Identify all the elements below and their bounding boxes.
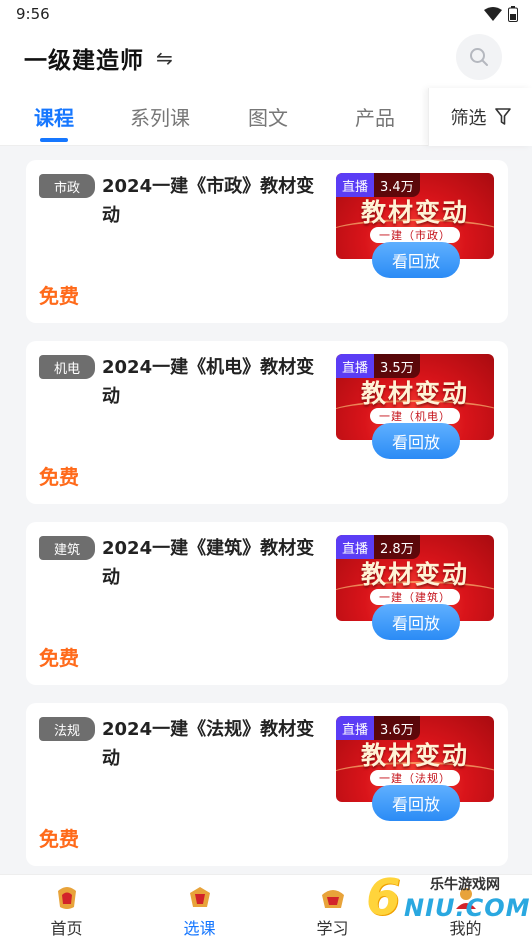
course-card[interactable]: 机电 2024一建《机电》教材变动 免费 教材变动 一建（机电） 直播 3.5万… (26, 341, 508, 504)
app-header: 一级建造师 ⇋ (0, 28, 532, 88)
course-title: 2024一建《机电》教材变动 (102, 357, 315, 407)
app-screen: 9:56 一级建造师 ⇋ 课程 系列课 图文 产品 筛选 市政 2024一建《市… (0, 0, 532, 944)
thumbnail-subtitle: 一建（机电） (370, 408, 460, 424)
watermark-brand-en: NIU.COM (404, 894, 531, 922)
course-list: 市政 2024一建《市政》教材变动 免费 教材变动 一建（市政） 直播 3.4万… (26, 160, 508, 884)
switch-exam-icon[interactable]: ⇋ (156, 46, 173, 70)
watermark-digit: 6 (366, 868, 401, 926)
active-tab-indicator (40, 138, 68, 142)
view-count: 3.5万 (374, 354, 420, 378)
live-badge: 直播 3.4万 (336, 173, 420, 197)
nav-home[interactable]: 首页 (0, 875, 133, 944)
page-title: 一级建造师 (24, 48, 144, 74)
course-price: 免费 (39, 284, 79, 308)
course-title: 2024一建《市政》教材变动 (102, 176, 315, 226)
course-card[interactable]: 市政 2024一建《市政》教材变动 免费 教材变动 一建（市政） 直播 3.4万… (26, 160, 508, 323)
thumbnail-subtitle: 一建（法规） (370, 770, 460, 786)
thumbnail-title: 教材变动 (360, 379, 469, 408)
status-time: 9:56 (16, 5, 50, 23)
thumbnail-subtitle: 一建（市政） (370, 227, 460, 243)
wifi-icon (484, 7, 502, 21)
nav-home-label: 首页 (50, 919, 83, 938)
live-label: 直播 (336, 716, 375, 740)
study-icon (321, 890, 344, 908)
thumbnail-title: 教材变动 (360, 198, 469, 227)
category-tabs: 课程 系列课 图文 产品 筛选 (0, 88, 532, 146)
tab-series[interactable]: 系列课 (130, 102, 190, 131)
status-icons (484, 6, 518, 22)
status-bar: 9:56 (0, 0, 532, 28)
battery-icon (508, 6, 518, 22)
replay-button[interactable]: 看回放 (372, 423, 460, 459)
live-badge: 直播 2.8万 (336, 535, 420, 559)
thumbnail-title: 教材变动 (360, 560, 469, 589)
live-label: 直播 (336, 535, 375, 559)
live-badge: 直播 3.6万 (336, 716, 420, 740)
course-title: 2024一建《法规》教材变动 (102, 719, 315, 769)
tab-products[interactable]: 产品 (355, 102, 395, 131)
thumbnail-title: 教材变动 (360, 741, 469, 770)
course-card[interactable]: 法规 2024一建《法规》教材变动 免费 教材变动 一建（法规） 直播 3.6万… (26, 703, 508, 866)
thumbnail-subtitle: 一建（建筑） (370, 589, 460, 605)
course-price: 免费 (39, 827, 79, 851)
search-button[interactable] (456, 34, 502, 80)
live-label: 直播 (336, 173, 375, 197)
view-count: 3.6万 (374, 716, 420, 740)
course-price: 免费 (39, 646, 79, 670)
tab-courses[interactable]: 课程 (34, 102, 74, 131)
nav-study-label: 学习 (316, 919, 349, 938)
live-badge: 直播 3.5万 (336, 354, 420, 378)
replay-button[interactable]: 看回放 (372, 604, 460, 640)
filter-button[interactable]: 筛选 (428, 88, 532, 146)
subject-tag: 市政 (39, 174, 95, 198)
filter-icon (494, 108, 511, 125)
live-label: 直播 (336, 354, 375, 378)
subject-tag: 法规 (39, 717, 95, 741)
subject-tag: 建筑 (39, 536, 95, 560)
tab-articles[interactable]: 图文 (248, 102, 288, 131)
subject-tag: 机电 (39, 355, 95, 379)
course-title: 2024一建《建筑》教材变动 (102, 538, 315, 588)
view-count: 3.4万 (374, 173, 420, 197)
course-select-icon (189, 887, 210, 907)
course-price: 免费 (39, 465, 79, 489)
home-icon (57, 887, 76, 909)
course-card[interactable]: 建筑 2024一建《建筑》教材变动 免费 教材变动 一建（建筑） 直播 2.8万… (26, 522, 508, 685)
site-watermark: 6 乐牛游戏网 NIU.COM (366, 864, 532, 928)
filter-label: 筛选 (450, 108, 487, 129)
watermark-brand-cn: 乐牛游戏网 (430, 877, 500, 893)
nav-course-select-label: 选课 (183, 919, 216, 938)
replay-button[interactable]: 看回放 (372, 785, 460, 821)
nav-course-select[interactable]: 选课 (133, 875, 266, 944)
view-count: 2.8万 (374, 535, 420, 559)
search-icon (470, 48, 488, 66)
replay-button[interactable]: 看回放 (372, 242, 460, 278)
